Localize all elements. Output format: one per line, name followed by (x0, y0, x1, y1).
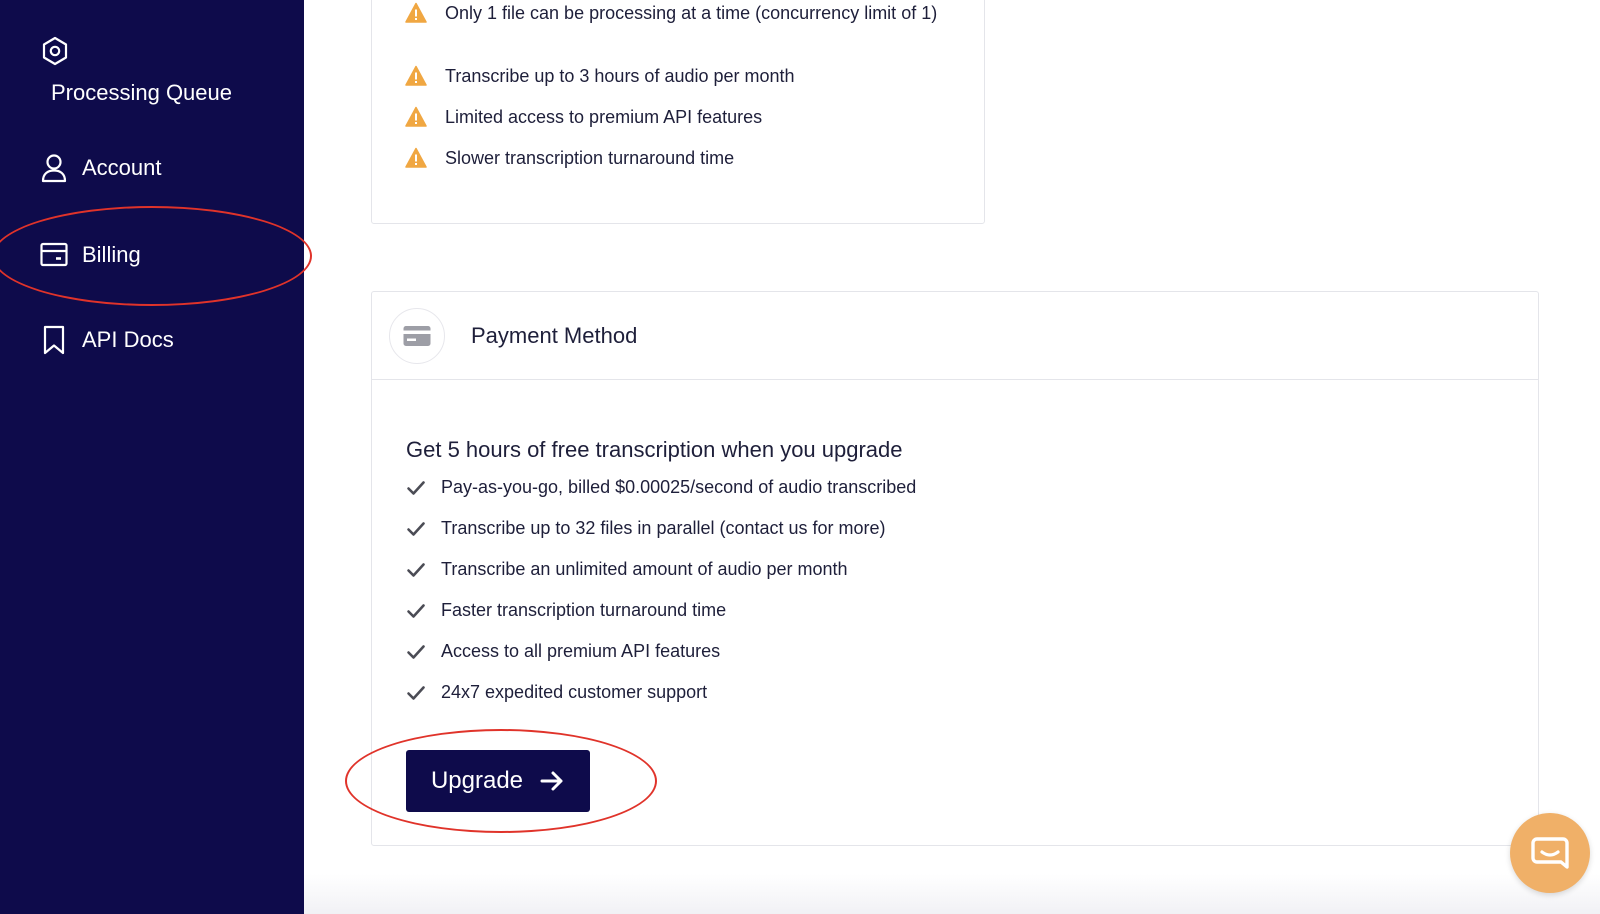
sidebar-item-label: API Docs (82, 327, 174, 352)
limitation-text: Slower transcription turnaround time (445, 148, 735, 168)
feature-item: Pay-as-you-go, billed $0.00025/second of… (406, 477, 916, 498)
upgrade-promo-heading: Get 5 hours of free transcription when y… (406, 437, 903, 462)
warning-icon (405, 147, 427, 168)
checkmark-icon (407, 685, 425, 700)
sidebar-item-account[interactable]: Account (40, 153, 162, 183)
limitation-item: Transcribe up to 3 hours of audio per mo… (405, 65, 795, 87)
warning-icon (405, 65, 427, 86)
upgrade-button-label: Upgrade (430, 767, 524, 794)
checkmark-icon (407, 562, 425, 577)
warning-icon (405, 106, 427, 127)
feature-item: Transcribe an unlimited amount of audio … (406, 559, 848, 580)
feature-text: Faster transcription turnaround time (441, 600, 727, 620)
feature-item: Faster transcription turnaround time (406, 600, 726, 621)
limitation-item: Limited access to premium API features (405, 106, 762, 128)
sidebar-item-api-docs[interactable]: API Docs (40, 325, 174, 355)
payment-method-title: Payment Method (471, 323, 638, 348)
checkmark-icon (407, 521, 425, 536)
sidebar: Processing Queue Account Billing API Doc… (0, 0, 304, 914)
billing-card-icon (40, 240, 68, 270)
bottom-fade (304, 874, 1600, 914)
limitation-text: Only 1 file can be processing at a time … (445, 3, 938, 23)
feature-text: Pay-as-you-go, billed $0.00025/second of… (441, 477, 917, 497)
warning-icon (405, 2, 427, 23)
limitation-item: Slower transcription turnaround time (405, 147, 734, 169)
chat-bubble-icon (1531, 837, 1569, 869)
upgrade-button[interactable]: Upgrade (406, 750, 590, 812)
hexagon-settings-icon[interactable] (40, 36, 70, 66)
checkmark-icon (407, 480, 425, 495)
payment-card-header: Payment Method (372, 292, 1538, 380)
checkmark-icon (407, 603, 425, 618)
sidebar-item-label: Account (82, 155, 162, 180)
feature-item: 24x7 expedited customer support (406, 682, 707, 703)
user-icon (40, 153, 68, 183)
feature-text: Access to all premium API features (441, 641, 721, 661)
limitation-text: Transcribe up to 3 hours of audio per mo… (445, 66, 795, 86)
sidebar-item-processing-queue[interactable]: Processing Queue (51, 80, 232, 106)
feature-text: 24x7 expedited customer support (441, 682, 708, 702)
credit-card-icon (389, 308, 445, 364)
sidebar-item-billing[interactable]: Billing (40, 240, 141, 270)
limitation-item: Only 1 file can be processing at a time … (405, 2, 965, 24)
limitation-text: Limited access to premium API features (445, 107, 763, 127)
arrow-right-icon (540, 771, 563, 791)
feature-text: Transcribe an unlimited amount of audio … (441, 559, 848, 579)
feature-item: Transcribe up to 32 files in parallel (c… (406, 518, 886, 539)
chat-support-button[interactable] (1510, 813, 1590, 893)
feature-text: Transcribe up to 32 files in parallel (c… (441, 518, 886, 538)
payment-method-card: Payment Method Get 5 hours of free trans… (371, 291, 1539, 846)
sidebar-item-label: Billing (82, 242, 141, 267)
checkmark-icon (407, 644, 425, 659)
bookmark-icon (40, 325, 68, 355)
feature-item: Access to all premium API features (406, 641, 720, 662)
